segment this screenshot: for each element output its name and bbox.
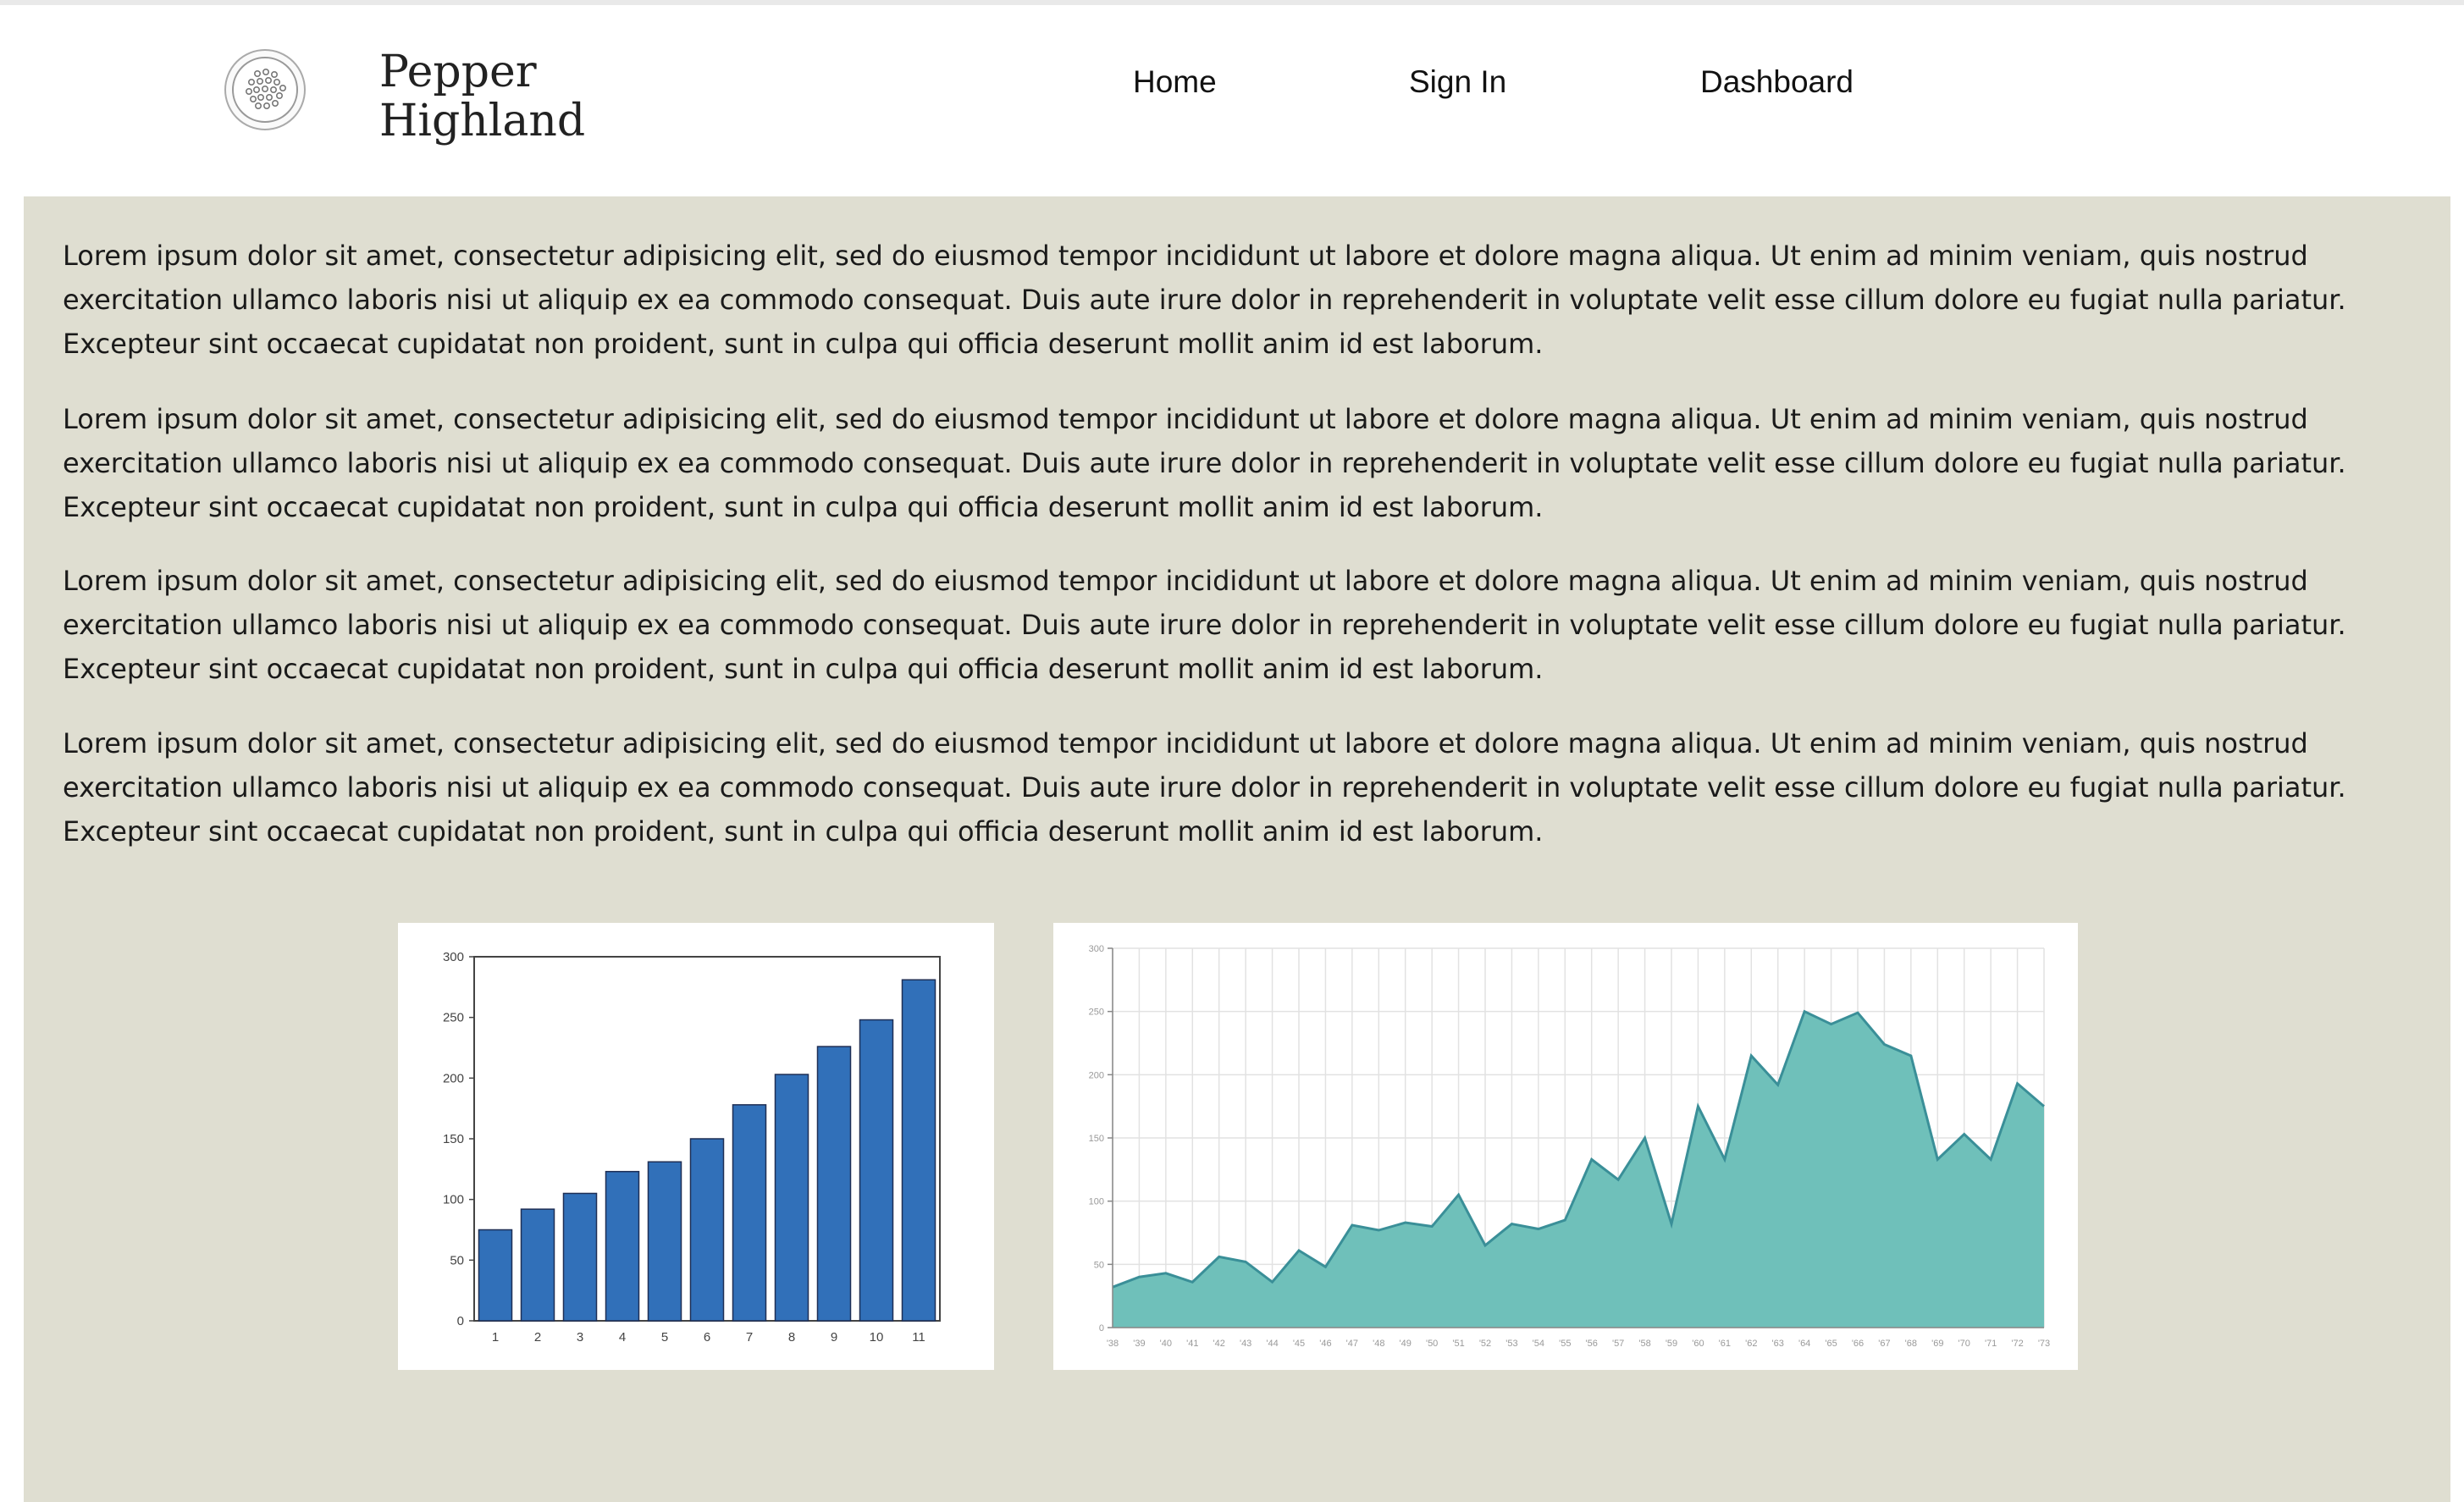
nav-dashboard[interactable]: Dashboard — [1700, 64, 1854, 100]
area-x-tick-label: '51 — [1452, 1339, 1464, 1349]
bar-4 — [605, 1170, 640, 1322]
area-x-tick-label: '64 — [1798, 1339, 1810, 1349]
bar-y-tick-label: 250 — [443, 1011, 464, 1025]
bar-x-tick-label: 6 — [704, 1330, 710, 1345]
area-x-tick-label: '42 — [1213, 1339, 1225, 1349]
area-x-tick-label: '46 — [1319, 1339, 1331, 1349]
nav-home[interactable]: Home — [1133, 64, 1217, 100]
area-x-tick-label: '63 — [1772, 1339, 1784, 1349]
bar-y-tick-label: 100 — [443, 1193, 464, 1207]
paragraph-4: Lorem ipsum dolor sit amet, consectetur … — [63, 727, 2346, 848]
peppercorn-dish-icon[interactable] — [224, 48, 307, 131]
area-x-tick-label: '41 — [1186, 1339, 1198, 1349]
site-header: Pepper Highland Home Sign In Dashboard — [0, 5, 2464, 196]
area-y-tick-label: 300 — [1089, 944, 1104, 954]
area-x-tick-label: '54 — [1533, 1339, 1544, 1349]
area-x-tick-label: '45 — [1293, 1339, 1305, 1349]
bar-6 — [689, 1138, 725, 1322]
area-x-tick-label: '66 — [1852, 1339, 1864, 1349]
area-x-tick-label: '40 — [1160, 1339, 1172, 1349]
bar-y-tick-label: 50 — [450, 1253, 464, 1267]
bar-y-tick-label: 0 — [457, 1314, 464, 1328]
brand-line-1: Pepper — [379, 47, 537, 97]
area-y-tick-label: 100 — [1089, 1197, 1104, 1207]
bar-y-tick-label: 150 — [443, 1132, 464, 1146]
area-x-tick-label: '43 — [1240, 1339, 1251, 1349]
content-area: Lorem ipsum dolor sit amet, consectetur … — [24, 196, 2450, 1502]
area-chart: 0 50 100 150 200 250 300 '38 '39 '40 '41 '42 '43 '44 '… — [1089, 944, 2051, 1349]
bar-chart: 0 50 100 150 200 250 300 1 2 3 4 5 6 7 8 9 10 11 — [443, 950, 941, 1345]
bar-1 — [478, 1229, 513, 1322]
area-y-tick-label: 50 — [1094, 1260, 1104, 1270]
area-y-tick-label: 0 — [1099, 1323, 1104, 1334]
bar-x-tick-label: 3 — [577, 1330, 583, 1345]
area-x-tick-label: '49 — [1400, 1339, 1412, 1349]
paragraph-2: Lorem ipsum dolor sit amet, consectetur … — [63, 403, 2346, 523]
area-x-tick-label: '69 — [1931, 1339, 1943, 1349]
paragraph-1: Lorem ipsum dolor sit amet, consectetur … — [63, 240, 2346, 360]
bar-3 — [562, 1192, 598, 1322]
area-x-tick-label: '47 — [1346, 1339, 1358, 1349]
area-x-tick-label: '62 — [1745, 1339, 1757, 1349]
area-chart-card: 0 50 100 150 200 250 300 '38 '39 '40 '41 '42 '43 '44 '… — [1053, 923, 2078, 1370]
area-x-tick-label: '39 — [1133, 1339, 1145, 1349]
area-x-tick-label: '53 — [1505, 1339, 1517, 1349]
bar-11 — [901, 979, 936, 1322]
area-x-tick-label: '65 — [1825, 1339, 1837, 1349]
area-x-tick-label: '44 — [1266, 1339, 1278, 1349]
bar-x-tick-label: 8 — [788, 1330, 795, 1345]
area-x-tick-label: '59 — [1666, 1339, 1677, 1349]
bar-7 — [732, 1104, 767, 1322]
brand-line-2: Highland — [379, 96, 586, 146]
brand-name[interactable]: Pepper Highland — [379, 47, 585, 146]
area-x-tick-label: '61 — [1719, 1339, 1731, 1349]
bar-8 — [774, 1074, 809, 1322]
area-x-tick-label: '67 — [1878, 1339, 1890, 1349]
area-fill — [1113, 1011, 2044, 1328]
area-x-tick-label: '60 — [1692, 1339, 1704, 1349]
bar-10 — [859, 1019, 894, 1322]
bar-y-tick-label: 200 — [443, 1071, 464, 1085]
bar-x-tick-label: 2 — [534, 1330, 541, 1345]
area-x-tick-label: '57 — [1612, 1339, 1624, 1349]
area-x-tick-label: '56 — [1586, 1339, 1598, 1349]
area-x-tick-label: '72 — [2011, 1339, 2023, 1349]
bar-x-tick-label: 7 — [746, 1330, 753, 1345]
area-x-tick-label: '55 — [1559, 1339, 1571, 1349]
area-x-tick-label: '48 — [1373, 1339, 1384, 1349]
bar-x-tick-label: 1 — [492, 1330, 499, 1345]
bar-2 — [520, 1208, 555, 1322]
bar-x-tick-label: 4 — [619, 1330, 626, 1345]
area-x-tick-label: '58 — [1638, 1339, 1650, 1349]
area-y-tick-label: 200 — [1089, 1070, 1104, 1080]
bar-5 — [647, 1161, 682, 1322]
bar-9 — [816, 1046, 852, 1322]
nav-sign-in[interactable]: Sign In — [1409, 64, 1506, 100]
area-x-tick-label: '38 — [1107, 1339, 1119, 1349]
area-y-tick-label: 250 — [1089, 1008, 1104, 1018]
area-x-tick-label: '52 — [1479, 1339, 1491, 1349]
area-y-tick-label: 150 — [1089, 1134, 1104, 1144]
paragraph-3: Lorem ipsum dolor sit amet, consectetur … — [63, 565, 2346, 685]
bar-x-tick-label: 11 — [912, 1330, 925, 1345]
area-x-tick-label: '50 — [1426, 1339, 1438, 1349]
bar-y-tick-label: 300 — [443, 950, 464, 964]
bar-chart-card: 0 50 100 150 200 250 300 1 2 3 4 5 6 7 8 9 10 11 — [398, 923, 994, 1370]
bar-x-tick-label: 5 — [661, 1330, 668, 1345]
bar-x-tick-label: 9 — [831, 1330, 837, 1345]
bar-x-tick-label: 10 — [870, 1330, 884, 1345]
area-x-tick-label: '68 — [1905, 1339, 1917, 1349]
area-x-tick-label: '71 — [1985, 1339, 1997, 1349]
area-x-tick-label: '73 — [2038, 1339, 2050, 1349]
area-x-tick-label: '70 — [1958, 1339, 1970, 1349]
